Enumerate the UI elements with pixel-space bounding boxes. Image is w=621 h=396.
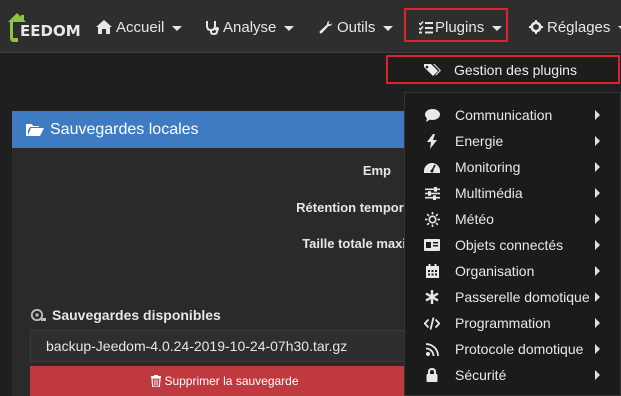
chevron-right-icon [595,214,600,224]
menu-item-label: Monitoring [455,159,521,175]
menu-item-label: Multimédia [455,185,523,201]
plugins-highlight-box [404,8,508,42]
bolt-icon [424,133,440,149]
menu-item-label: Programmation [455,315,551,331]
menu-item-meteo[interactable]: Météo [405,206,621,232]
code-icon [424,315,440,331]
field-label-retention: Rétention tempore [296,200,411,215]
stethoscope-icon [205,20,219,35]
plugins-dropdown: Communication Energie Monitoring Multimé… [404,92,621,396]
calendar-icon [424,263,440,279]
menu-item-label: Organisation [455,263,535,279]
menu-item-label: Energie [455,133,504,149]
nav-accueil-label: Accueil [116,18,165,36]
lock-icon [424,367,440,383]
comment-icon [424,107,440,123]
menu-item-label: Communication [455,107,553,123]
chevron-right-icon [595,266,600,276]
menu-item-monitoring[interactable]: Monitoring [405,154,621,180]
menu-item-passerelle-domotique[interactable]: Passerelle domotique [405,284,621,310]
menu-item-objets-connectes[interactable]: Objets connectés [405,232,621,258]
asterisk-icon [424,289,440,305]
menu-item-securite[interactable]: Sécurité [405,362,621,388]
panel-title: Sauvegardes locales [50,120,199,138]
chevron-right-icon [595,162,600,172]
trash-icon [151,375,162,387]
nav-outils-label: Outils [337,18,376,36]
logo-text: EEDOM [20,22,81,40]
nav-outils[interactable]: Outils [319,16,394,38]
nav-analyse[interactable]: Analyse [205,16,295,38]
delete-backup-button[interactable]: Supprimer la sauvegarde [30,366,420,396]
chevron-right-icon [595,370,600,380]
field-label-emplacement: Emp [362,163,391,178]
wrench-icon [319,20,333,34]
menu-item-programmation[interactable]: Programmation [405,310,621,336]
available-backups-title: Sauvegardes disponibles [52,307,221,323]
cogs-icon [529,20,543,34]
menu-gestion-des-plugins[interactable]: Gestion des plugins [404,58,618,82]
menu-item-energie[interactable]: Energie [405,128,621,154]
chevron-right-icon [595,292,600,302]
sun-icon [424,211,440,227]
rss-icon [424,341,440,357]
chevron-right-icon [595,136,600,146]
nav-accueil[interactable]: Accueil [96,16,183,38]
folder-open-icon [26,123,44,137]
chevron-down-icon [284,25,295,31]
chevron-right-icon [595,110,600,120]
menu-item-label: Passerelle domotique [455,289,590,305]
chevron-down-icon [172,25,183,31]
available-backups-heading: Sauvegardes disponibles [30,307,221,323]
chevron-right-icon [595,240,600,250]
backup-select-value: backup-Jeedom-4.0.24-2019-10-24-07h30.ta… [46,338,348,354]
menu-item-label: Météo [455,211,494,227]
menu-item-label: Objets connectés [455,237,564,253]
tags-icon [424,63,442,77]
sliders-icon [424,185,440,201]
menu-item-protocole-domotique[interactable]: Protocole domotique [405,336,621,362]
menu-item-communication[interactable]: Communication [405,102,621,128]
nav-analyse-label: Analyse [223,18,277,36]
navbar: EEDOM Accueil Analyse Outils Plugins Rég… [0,0,621,53]
menu-item-label: Sécurité [455,367,507,383]
nav-reglages-label: Réglages [547,18,611,36]
backup-select[interactable]: backup-Jeedom-4.0.24-2019-10-24-07h30.ta… [30,330,420,362]
chevron-right-icon [595,318,600,328]
tachometer-icon [424,159,440,175]
menu-item-multimedia[interactable]: Multimédia [405,180,621,206]
delete-backup-label: Supprimer la sauvegarde [164,374,299,388]
hdd-icon [30,309,46,321]
home-icon [96,20,112,34]
menu-item-organisation[interactable]: Organisation [405,258,621,284]
chevron-right-icon [595,344,600,354]
chevron-right-icon [595,188,600,198]
id-card-icon [424,237,440,253]
nav-reglages[interactable]: Réglages [529,16,621,38]
jeedom-logo[interactable]: EEDOM [6,8,86,44]
field-label-taille: Taille totale maxi [302,236,406,251]
menu-gestion-label: Gestion des plugins [454,62,577,78]
chevron-down-icon [383,25,394,31]
menu-item-label: Protocole domotique [455,341,584,357]
